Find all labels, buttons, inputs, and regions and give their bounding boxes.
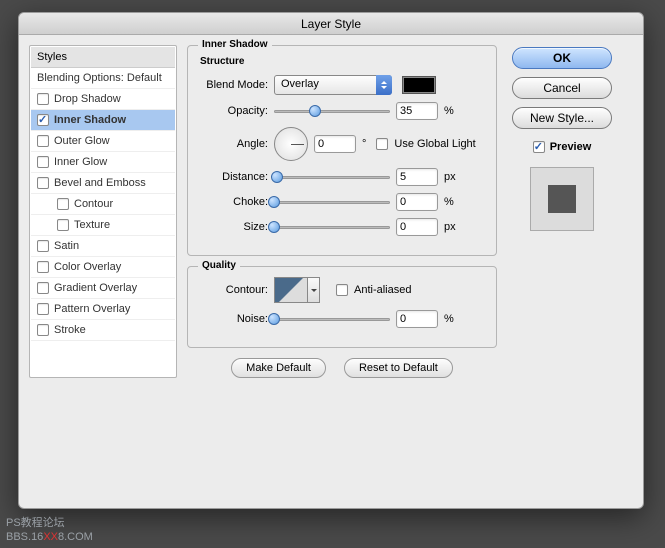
blend-mode-value: Overlay <box>274 75 392 95</box>
checkbox-preview[interactable] <box>533 141 545 153</box>
action-buttons-panel: OK Cancel New Style... Preview <box>507 45 617 378</box>
quality-heading: Quality <box>198 260 240 271</box>
style-item-inner-shadow[interactable]: Inner Shadow <box>31 110 175 131</box>
style-item-satin[interactable]: Satin <box>31 236 175 257</box>
style-label: Texture <box>74 219 110 231</box>
blend-mode-select[interactable]: Overlay <box>274 75 392 95</box>
reset-default-button[interactable]: Reset to Default <box>344 358 453 378</box>
ok-button[interactable]: OK <box>512 47 612 69</box>
checkbox-stroke[interactable] <box>37 324 49 336</box>
cancel-button[interactable]: Cancel <box>512 77 612 99</box>
quality-fieldset: Quality Contour: Anti-aliased Noise: % <box>187 266 497 348</box>
panel-title: Inner Shadow <box>198 39 272 50</box>
angle-input[interactable] <box>314 135 356 153</box>
style-label: Color Overlay <box>54 261 121 273</box>
checkbox-anti-aliased[interactable] <box>336 284 348 296</box>
distance-input[interactable] <box>396 168 438 186</box>
style-item-drop-shadow[interactable]: Drop Shadow <box>31 89 175 110</box>
noise-slider[interactable] <box>274 312 390 326</box>
style-label: Pattern Overlay <box>54 303 130 315</box>
angle-dial[interactable] <box>274 127 308 161</box>
styles-list: Styles Blending Options: Default Drop Sh… <box>29 45 177 378</box>
checkbox-color-overlay[interactable] <box>37 261 49 273</box>
style-label: Satin <box>54 240 79 252</box>
style-item-texture[interactable]: Texture <box>31 215 175 236</box>
global-light-label: Use Global Light <box>394 138 475 150</box>
style-label: Drop Shadow <box>54 93 121 105</box>
watermark-line1: PS教程论坛 <box>6 516 93 530</box>
style-item-bevel-emboss[interactable]: Bevel and Emboss <box>31 173 175 194</box>
angle-unit: ° <box>362 138 366 150</box>
checkbox-satin[interactable] <box>37 240 49 252</box>
shadow-color-swatch[interactable] <box>402 76 436 94</box>
checkbox-drop-shadow[interactable] <box>37 93 49 105</box>
style-label: Contour <box>74 198 113 210</box>
noise-input[interactable] <box>396 310 438 328</box>
contour-picker[interactable] <box>274 277 320 303</box>
choke-slider[interactable] <box>274 195 390 209</box>
distance-label: Distance: <box>196 171 268 183</box>
chevron-updown-icon <box>376 75 392 95</box>
distance-unit: px <box>444 171 456 183</box>
checkbox-bevel-emboss[interactable] <box>37 177 49 189</box>
choke-unit: % <box>444 196 454 208</box>
size-unit: px <box>444 221 456 233</box>
style-label: Gradient Overlay <box>54 282 137 294</box>
effect-settings-panel: Inner Shadow Structure Blend Mode: Overl… <box>187 45 497 378</box>
style-item-inner-glow[interactable]: Inner Glow <box>31 152 175 173</box>
new-style-button[interactable]: New Style... <box>512 107 612 129</box>
contour-label: Contour: <box>196 284 268 296</box>
checkbox-contour[interactable] <box>57 198 69 210</box>
style-label: Inner Shadow <box>54 114 126 126</box>
style-item-gradient-overlay[interactable]: Gradient Overlay <box>31 278 175 299</box>
opacity-input[interactable] <box>396 102 438 120</box>
choke-label: Choke: <box>196 196 268 208</box>
contour-preview-icon <box>274 277 308 303</box>
opacity-label: Opacity: <box>196 105 268 117</box>
anti-alias-label: Anti-aliased <box>354 284 411 296</box>
style-item-contour[interactable]: Contour <box>31 194 175 215</box>
preview-swatch <box>530 167 594 231</box>
opacity-slider[interactable] <box>274 104 390 118</box>
blend-mode-label: Blend Mode: <box>196 79 268 91</box>
checkbox-inner-glow[interactable] <box>37 156 49 168</box>
chevron-down-icon <box>308 277 320 303</box>
checkbox-inner-shadow[interactable] <box>37 114 49 126</box>
watermark-line2: BBS.16XX8.COM <box>6 530 93 544</box>
style-item-stroke[interactable]: Stroke <box>31 320 175 341</box>
preview-inner <box>548 185 576 213</box>
preview-label: Preview <box>550 141 592 153</box>
style-label: Inner Glow <box>54 156 107 168</box>
style-label: Stroke <box>54 324 86 336</box>
checkbox-pattern-overlay[interactable] <box>37 303 49 315</box>
style-item-color-overlay[interactable]: Color Overlay <box>31 257 175 278</box>
inner-shadow-fieldset: Inner Shadow Structure Blend Mode: Overl… <box>187 45 497 256</box>
size-slider[interactable] <box>274 220 390 234</box>
checkbox-global-light[interactable] <box>376 138 388 150</box>
layer-style-dialog: Layer Style Styles Blending Options: Def… <box>18 12 644 509</box>
blending-options-row[interactable]: Blending Options: Default <box>31 68 175 89</box>
styles-header[interactable]: Styles <box>31 47 175 68</box>
style-label: Bevel and Emboss <box>54 177 146 189</box>
opacity-unit: % <box>444 105 454 117</box>
watermark: PS教程论坛 BBS.16XX8.COM <box>6 516 93 544</box>
make-default-button[interactable]: Make Default <box>231 358 326 378</box>
choke-input[interactable] <box>396 193 438 211</box>
style-label: Outer Glow <box>54 135 110 147</box>
noise-label: Noise: <box>196 313 268 325</box>
checkbox-texture[interactable] <box>57 219 69 231</box>
distance-slider[interactable] <box>274 170 390 184</box>
titlebar[interactable]: Layer Style <box>19 13 643 35</box>
style-item-outer-glow[interactable]: Outer Glow <box>31 131 175 152</box>
size-input[interactable] <box>396 218 438 236</box>
checkbox-gradient-overlay[interactable] <box>37 282 49 294</box>
angle-label: Angle: <box>196 138 268 150</box>
checkbox-outer-glow[interactable] <box>37 135 49 147</box>
style-item-pattern-overlay[interactable]: Pattern Overlay <box>31 299 175 320</box>
noise-unit: % <box>444 313 454 325</box>
size-label: Size: <box>196 221 268 233</box>
structure-heading: Structure <box>196 56 488 67</box>
